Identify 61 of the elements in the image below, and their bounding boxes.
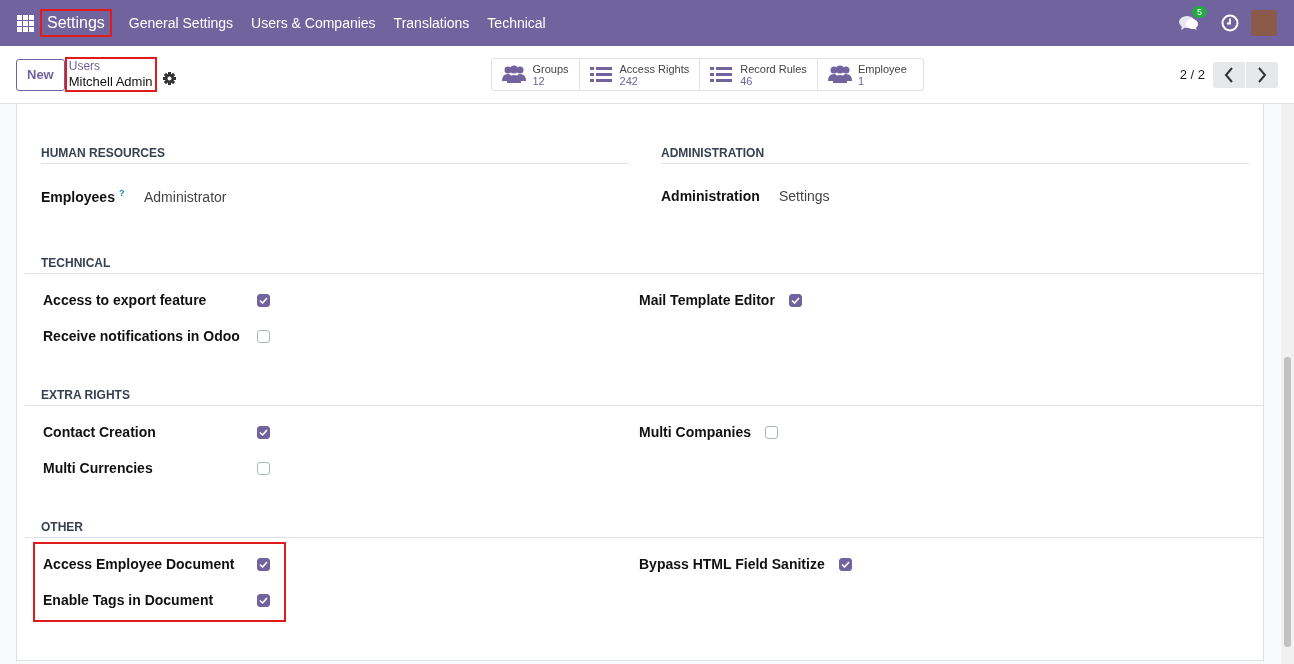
smart-button[interactable]: Groups 12: [491, 58, 580, 91]
checkbox[interactable]: [257, 425, 270, 439]
section-heading: EXTRA RIGHTS: [25, 380, 1263, 406]
field-label: Bypass HTML Field Sanitize: [639, 556, 826, 572]
checkbox[interactable]: [257, 329, 270, 343]
field-label: Access to export feature: [43, 292, 208, 308]
clock-icon[interactable]: [1221, 14, 1239, 32]
chat-bubbles-icon[interactable]: [1179, 15, 1199, 31]
checkmark-icon: [790, 296, 800, 304]
checkmark-icon: [840, 560, 850, 568]
chevron-left-icon: [1224, 66, 1234, 83]
checkbox[interactable]: [765, 425, 778, 439]
pager-value: 2 / 2: [1179, 67, 1205, 82]
breadcrumb-link[interactable]: Users: [68, 59, 153, 73]
record-title: Mitchell Admin: [68, 73, 153, 90]
list-icon: [710, 65, 735, 84]
checkmark-icon: [259, 428, 268, 436]
menu-item[interactable]: General Settings: [128, 15, 234, 31]
checkbox[interactable]: [788, 293, 802, 307]
menu-item[interactable]: Translations: [393, 15, 470, 31]
checkmark-icon: [259, 596, 268, 604]
checkbox[interactable]: [838, 557, 852, 571]
smart-button[interactable]: Access Rights 242: [579, 58, 701, 91]
section-heading: OTHER: [25, 512, 1263, 538]
field-label: Mail Template Editor: [639, 292, 776, 308]
smart-button[interactable]: Record Rules 46: [700, 58, 818, 91]
field-label: Administration: [661, 188, 761, 204]
message-count-badge: 5: [1192, 6, 1207, 18]
field-label: Multi Companies: [639, 424, 752, 440]
gear-icon[interactable]: [162, 72, 176, 85]
section-heading: HUMAN RESOURCES: [41, 146, 629, 164]
help-tooltip[interactable]: ?: [118, 188, 125, 198]
previous-button[interactable]: [1213, 61, 1245, 88]
next-button[interactable]: [1246, 61, 1278, 88]
field-label: Contact Creation: [43, 424, 157, 440]
apps-menu-icon[interactable]: [17, 14, 34, 32]
scrollbar[interactable]: [1281, 104, 1294, 664]
chevron-right-icon: [1257, 66, 1267, 83]
list-icon: [589, 65, 614, 84]
checkbox[interactable]: [257, 293, 270, 307]
section-heading: TECHNICAL: [25, 248, 1263, 274]
field-label: Employees $^{?}$: [41, 188, 126, 205]
app-title[interactable]: Settings: [40, 9, 112, 37]
checkbox[interactable]: [257, 461, 270, 475]
field-value: Settings: [779, 188, 830, 204]
field-label: Enable Tags in Document: [43, 592, 215, 608]
people-icon: [827, 65, 852, 84]
field-label: Multi Currencies: [43, 460, 154, 476]
checkbox[interactable]: [257, 593, 270, 607]
field-label: Access Employee Document: [43, 556, 236, 572]
menu-item[interactable]: Users & Companies: [251, 15, 376, 31]
smart-button[interactable]: Employee 1: [817, 58, 924, 91]
checkmark-icon: [259, 560, 268, 568]
checkmark-icon: [259, 296, 268, 304]
checkbox[interactable]: [257, 557, 270, 571]
people-icon: [502, 65, 527, 84]
field-value: Administrator: [144, 188, 227, 205]
field-label: Receive notifications in Odoo: [43, 328, 241, 344]
menu-item[interactable]: Technical: [487, 15, 546, 31]
new-button[interactable]: New: [16, 58, 65, 91]
section-heading: ADMINISTRATION: [661, 146, 1249, 164]
